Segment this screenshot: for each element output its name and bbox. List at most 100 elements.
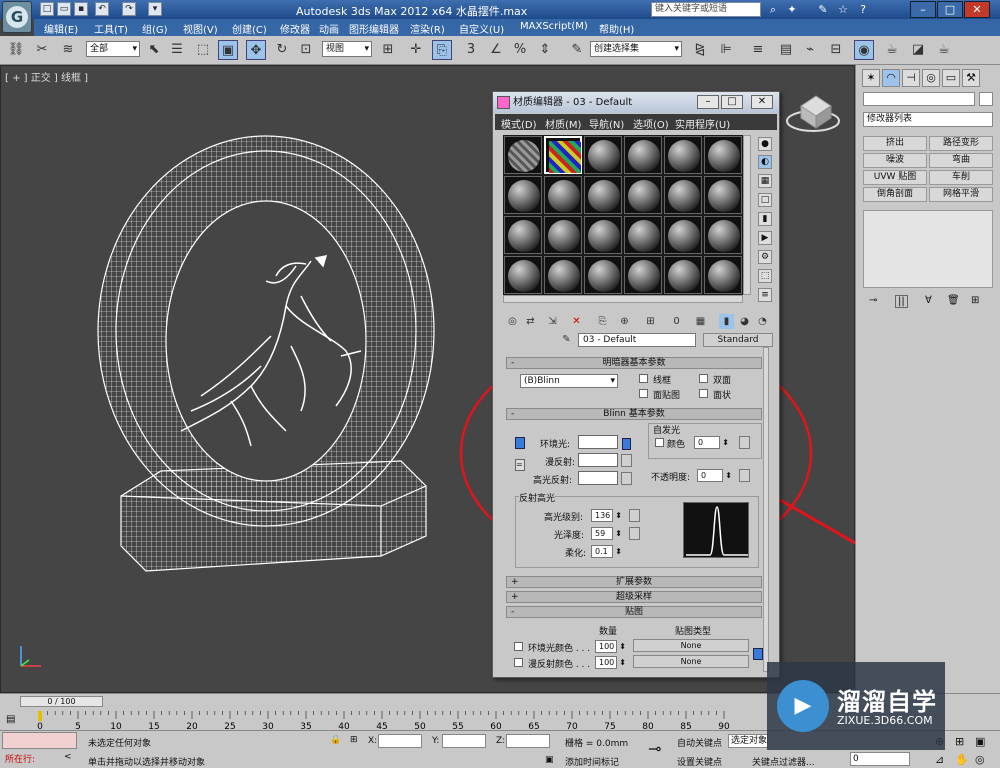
faceted-checkbox[interactable]: [699, 389, 708, 398]
face-map-checkbox[interactable]: [639, 389, 648, 398]
menu-edit[interactable]: 编辑(E): [44, 21, 78, 36]
y-coord-field[interactable]: [442, 734, 486, 748]
options-icon[interactable]: ⚙: [758, 250, 772, 264]
spec-level-map-button[interactable]: [629, 509, 640, 522]
show-end-result-icon[interactable]: ▮: [719, 314, 734, 329]
background-icon[interactable]: ▦: [758, 174, 772, 188]
render-setup-icon[interactable]: ☕: [882, 40, 902, 60]
glossiness-map-button[interactable]: [629, 527, 640, 540]
menu-help[interactable]: 帮助(H): [599, 21, 634, 36]
undo-icon[interactable]: ↶: [95, 2, 109, 16]
slots-horizontal-scrollbar[interactable]: [503, 295, 743, 303]
material-sample-slot[interactable]: [544, 256, 582, 294]
me-menu-utilities[interactable]: 实用程序(U): [675, 116, 730, 131]
menu-graph-editors[interactable]: 图形编辑器: [349, 21, 399, 36]
redo-icon[interactable]: ↷: [122, 2, 136, 16]
go-to-parent-icon[interactable]: ◕: [737, 314, 752, 329]
me-menu-mode[interactable]: 模式(D): [501, 116, 537, 131]
material-sample-slot[interactable]: [704, 256, 742, 294]
material-sample-slot[interactable]: [544, 216, 582, 254]
lock-map-icon[interactable]: [622, 438, 631, 450]
modifier-uvw-map-button[interactable]: UVW 贴图: [863, 170, 927, 185]
maximize-button[interactable]: □: [937, 1, 963, 18]
extended-params-rollout[interactable]: + 扩展参数: [506, 576, 762, 588]
material-sample-slot[interactable]: [584, 216, 622, 254]
time-tag-icon[interactable]: ▣: [545, 755, 554, 765]
backlight-icon[interactable]: ◐: [758, 155, 772, 169]
object-name-field[interactable]: [863, 92, 975, 106]
selected-dropdown[interactable]: 选定对象: [728, 734, 768, 748]
modifier-noise-button[interactable]: 噪波: [863, 153, 927, 168]
ribbon-icon[interactable]: ▤: [776, 40, 796, 60]
viewport-label[interactable]: [ + ] 正交 ] 线框 ]: [5, 69, 88, 84]
material-sample-slot[interactable]: [664, 176, 702, 214]
schematic-view-icon[interactable]: ⊟: [826, 40, 846, 60]
scale-icon[interactable]: ⊡: [296, 40, 316, 60]
show-map-in-viewport-icon[interactable]: ▦: [693, 314, 708, 329]
spec-level-spinner[interactable]: 136: [591, 509, 622, 522]
material-sample-slot[interactable]: [504, 136, 542, 174]
ambient-map-checkbox[interactable]: [514, 642, 523, 651]
menu-tools[interactable]: 工具(T): [94, 21, 128, 36]
soften-spinner[interactable]: 0.1: [591, 545, 622, 558]
material-sample-slot[interactable]: [504, 176, 542, 214]
material-editor-icon[interactable]: ◉: [854, 40, 874, 60]
lock-ambient-diffuse-icon[interactable]: [515, 437, 525, 449]
menu-view[interactable]: 视图(V): [183, 21, 218, 36]
material-sample-slot[interactable]: [584, 136, 622, 174]
spinner-snap-icon[interactable]: ⇕: [535, 40, 555, 60]
timeline-ruler[interactable]: 0 5 10 15 20 25 30 35 40 45 50 55 60 65 70 75 80 85 90: [0, 711, 760, 731]
bind-space-warp-icon[interactable]: ≋: [58, 40, 78, 60]
assign-to-selection-icon[interactable]: ⇲: [545, 314, 560, 329]
params-scrollbar[interactable]: [763, 347, 769, 672]
search-icon[interactable]: ⌕: [765, 2, 781, 17]
material-sample-slot[interactable]: [704, 216, 742, 254]
ambient-color-swatch[interactable]: [578, 435, 618, 449]
menu-maxscript[interactable]: MAXScript(M): [520, 21, 588, 32]
z-coord-field[interactable]: [506, 734, 550, 748]
get-material-icon[interactable]: ◎: [505, 314, 520, 329]
make-unique-icon[interactable]: ⊕: [617, 314, 632, 329]
link-icon[interactable]: ⛓: [6, 40, 26, 60]
material-editor-titlebar[interactable]: 材质编辑器 - 03 - Default – □ ✕: [493, 92, 779, 113]
material-sample-slot[interactable]: [624, 136, 662, 174]
material-type-button[interactable]: Standard: [703, 333, 773, 347]
diffuse-color-swatch[interactable]: [578, 453, 618, 467]
maps-lock-icon[interactable]: [753, 648, 763, 660]
x-coord-field[interactable]: [378, 734, 422, 748]
material-sample-slot[interactable]: [664, 216, 702, 254]
modifier-meshsmooth-button[interactable]: 网格平滑: [929, 187, 993, 202]
diffuse-map-slot-button[interactable]: None: [633, 655, 749, 668]
me-menu-options[interactable]: 选项(O): [633, 116, 669, 131]
menu-rendering[interactable]: 渲染(R): [410, 21, 445, 36]
absolute-mode-icon[interactable]: ⊞: [350, 735, 358, 745]
material-sample-slot[interactable]: [584, 176, 622, 214]
edit-named-sel-icon[interactable]: ✎: [567, 40, 587, 60]
snap-3d-icon[interactable]: 3: [461, 40, 481, 60]
material-name-field[interactable]: 03 - Default: [578, 333, 696, 347]
uv-tiling-icon[interactable]: □: [758, 193, 772, 207]
new-icon[interactable]: □: [40, 2, 54, 16]
selection-filter-dropdown[interactable]: 全部: [86, 41, 140, 57]
create-tab-icon[interactable]: ✶: [862, 69, 880, 87]
display-tab-icon[interactable]: ▭: [942, 69, 960, 87]
pin-stack-icon[interactable]: ⊸: [869, 295, 877, 306]
shader-basic-params-rollout[interactable]: - 明暗器基本参数: [506, 357, 762, 369]
material-sample-slot[interactable]: [704, 136, 742, 174]
render-icon[interactable]: ☕: [934, 40, 954, 60]
show-end-result-icon[interactable]: ||: [895, 295, 908, 308]
modify-tab-icon[interactable]: ◠: [882, 69, 900, 87]
material-id-icon[interactable]: 0: [669, 314, 684, 329]
angle-snap-icon[interactable]: ∠: [486, 40, 506, 60]
two-sided-checkbox[interactable]: [699, 374, 708, 383]
time-slider[interactable]: 0 / 100: [20, 696, 103, 707]
material-sample-slot[interactable]: [704, 176, 742, 214]
make-unique-icon[interactable]: ∀: [925, 295, 932, 306]
reset-map-icon[interactable]: ✕: [569, 314, 584, 329]
remove-modifier-icon[interactable]: 🗑: [947, 295, 960, 306]
add-time-tag-button[interactable]: 添加时间标记: [565, 755, 619, 768]
material-sample-slot[interactable]: [624, 216, 662, 254]
ambient-map-amount[interactable]: 100: [595, 640, 626, 653]
blinn-basic-params-rollout[interactable]: - Blinn 基本参数: [506, 408, 762, 420]
pan-icon[interactable]: ✋: [955, 753, 969, 766]
